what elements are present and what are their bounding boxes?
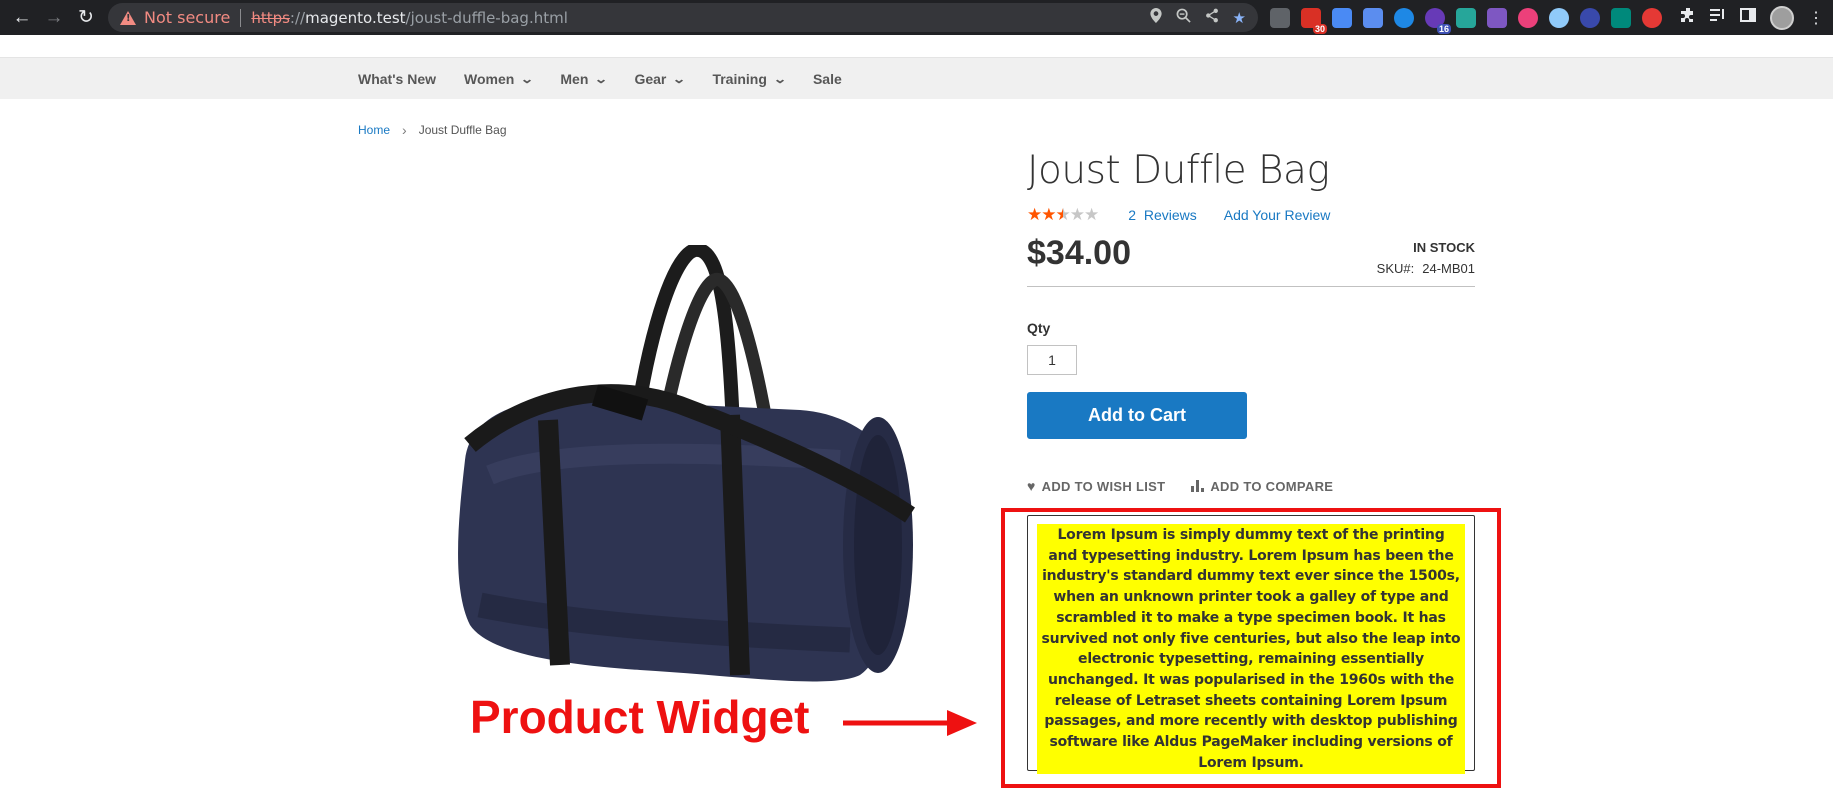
url-scheme-separator: :// [289,8,306,27]
breadcrumb-current: Joust Duffle Bag [418,123,507,137]
nav-item-label: What's New [358,70,437,87]
nav-item-sale[interactable]: Sale [813,71,842,87]
qty-input[interactable] [1027,345,1077,375]
sidebar-icon[interactable] [1740,8,1756,27]
location-pin-icon[interactable] [1149,8,1162,27]
compass-extension-icon[interactable] [1394,7,1414,28]
reading-list-icon[interactable] [1710,8,1726,27]
url-host: magento.test [305,8,406,27]
chevron-down-icon: ⌄ [520,71,535,86]
back-arrow-icon[interactable]: ← [6,2,38,34]
share-icon[interactable] [1205,8,1219,27]
add-to-cart-button[interactable]: Add to Cart [1027,392,1247,439]
qty-label: Qty [1027,320,1051,336]
app-extension-icon[interactable]: 16 [1425,7,1451,34]
security-label[interactable]: Not secure [144,8,230,27]
grid-extension-icon[interactable] [1487,7,1507,28]
browser-toolbar: ← → ↻ Not secure https :// magento.test … [0,0,1833,35]
puzzle-icon[interactable] [1680,7,1696,28]
star-half-icon: ★ [1055,205,1071,225]
calendar-extension-icon[interactable] [1332,7,1352,28]
bookmark-star-icon[interactable]: ★ [1233,9,1246,27]
n-extension-icon[interactable] [1456,7,1476,28]
add-to-compare-link[interactable]: ADD TO COMPARE [1191,478,1333,494]
address-bar-actions: ★ [1149,3,1246,32]
warning-icon [120,10,136,25]
chevron-down-icon: ⌄ [594,71,609,86]
nav-item-men[interactable]: Men ⌄ [560,70,609,87]
nav-item-label: Sale [812,70,842,87]
nav-item-whats-new[interactable]: What's New [358,71,436,87]
extension-puzzle-gray-icon[interactable] [1270,7,1290,28]
breadcrumb-separator: › [402,122,407,138]
reviews-link[interactable]: 2 Reviews [1128,207,1196,223]
address-bar[interactable]: Not secure https :// magento.test /joust… [108,3,1258,32]
nav-item-women[interactable]: Women ⌄ [464,70,535,87]
paw-extension-icon[interactable] [1549,7,1569,28]
product-price: $34.00 [1027,234,1131,272]
add-to-wishlist-link[interactable]: ♥ ADD TO WISH LIST [1027,478,1165,494]
mail-extension-icon[interactable]: 30 [1301,7,1327,34]
nav-menu: What's New Women ⌄ Men ⌄ Gear ⌄ Training… [358,58,842,99]
annotation-arrow-icon [843,710,977,736]
sku-label: SKU#: [1376,261,1415,276]
star-empty-icon: ★ [1084,205,1099,225]
forward-arrow-icon[interactable]: → [38,2,70,34]
product-sku: SKU#: 24-MB01 [1377,261,1475,276]
product-title: Joust Duffle Bag [1027,148,1330,193]
url-path: /joust-duffle-bag.html [405,8,568,27]
chevron-down-icon: ⌄ [772,71,787,86]
stock-status: IN STOCK [1413,240,1475,255]
nav-item-label: Men [560,70,589,87]
browser-menu-area: ⋮ [1680,5,1824,30]
nav-item-label: Gear [634,70,667,87]
url-scheme: https [251,8,290,27]
add-review-link[interactable]: Add Your Review [1224,207,1331,223]
nav-item-label: Training [712,70,767,87]
nav-item-label: Women [464,70,515,87]
red-extension-icon[interactable] [1642,7,1662,28]
zoom-out-icon[interactable] [1176,8,1191,27]
breadcrumb-home-link[interactable]: Home [358,123,390,137]
compare-label: ADD TO COMPARE [1210,478,1334,494]
product-actions: ♥ ADD TO WISH LIST ADD TO COMPARE [1027,478,1333,494]
heart-icon: ♥ [1027,478,1036,494]
product-widget-text: Lorem Ipsum is simply dummy text of the … [1037,524,1465,775]
reload-icon[interactable]: ↻ [70,2,102,34]
star-filled-icon: ★ [1027,205,1042,225]
price-divider [1027,286,1475,287]
nx-extension-icon[interactable] [1611,7,1631,28]
compare-chart-icon [1191,480,1205,492]
category-navigation: What's New Women ⌄ Men ⌄ Gear ⌄ Training… [0,58,1833,99]
reviews-count: 2 [1128,207,1137,223]
star-empty-icon: ★ [1069,205,1085,225]
product-image[interactable] [430,245,930,695]
header-strip [0,35,1833,58]
translate-extension-icon[interactable] [1363,7,1383,28]
nav-item-training[interactable]: Training ⌄ [712,70,787,87]
product-widget-annotation: Product Widget [470,691,810,743]
address-divider [240,8,242,27]
rating-stars: ★★★★★ [1027,205,1099,225]
breadcrumb: Home › Joust Duffle Bag [358,122,507,138]
wishlist-label: ADD TO WISH LIST [1041,478,1166,494]
star-filled-icon: ★ [1041,205,1056,225]
mail-badge: 30 [1312,23,1327,34]
profile-avatar[interactable] [1770,5,1794,30]
gear-extension-icon[interactable] [1580,7,1600,28]
nav-item-gear[interactable]: Gear ⌄ [634,70,687,87]
product-rating: ★★★★★ 2 Reviews Add Your Review [1027,205,1330,225]
kebab-menu-icon[interactable]: ⋮ [1808,8,1824,28]
extensions-bar: 30 16 [1270,5,1662,34]
chevron-down-icon: ⌄ [672,71,687,86]
color-extension-icon[interactable] [1518,7,1538,28]
reviews-label: Reviews [1143,207,1197,223]
app-badge: 16 [1436,23,1451,34]
sku-value: 24-MB01 [1422,261,1475,276]
